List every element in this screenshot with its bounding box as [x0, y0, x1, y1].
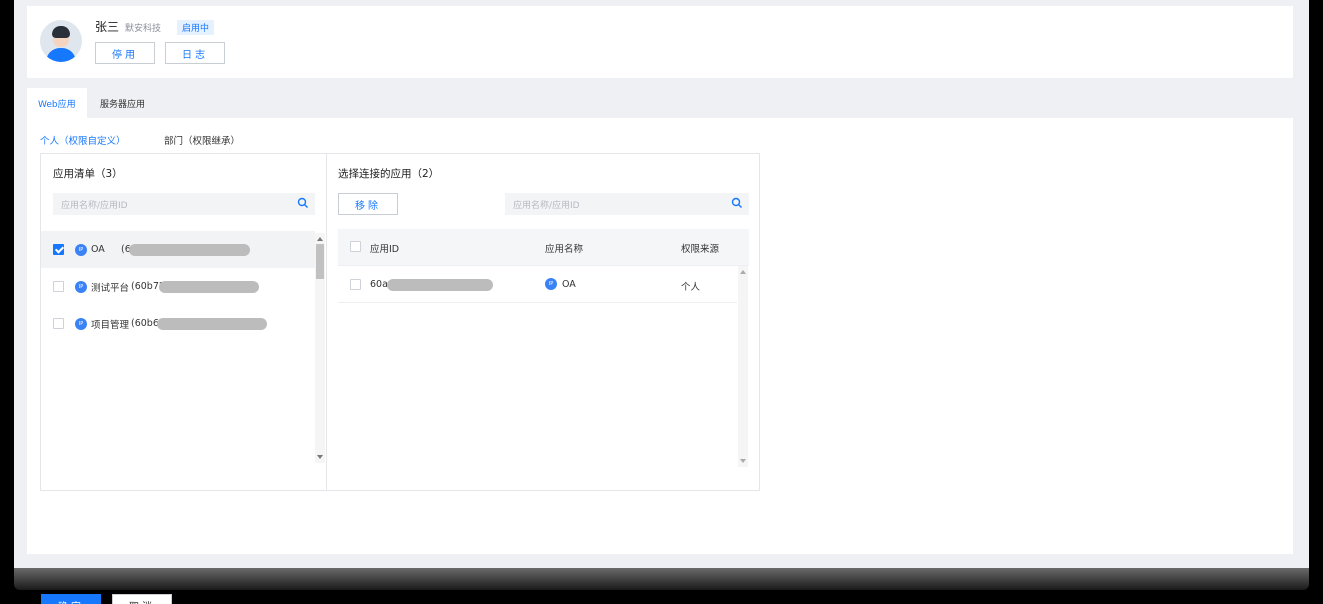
search-icon[interactable] — [297, 197, 309, 209]
checkbox[interactable] — [53, 281, 64, 292]
tab-server-app[interactable]: 服务器应用 — [89, 88, 156, 118]
list-item[interactable]: IP 测试平台 (60b72 — [41, 268, 315, 305]
checkbox[interactable] — [350, 279, 361, 290]
search-placeholder: 应用名称/应用ID — [61, 200, 128, 211]
table-header: 应用ID 应用名称 权限来源 — [338, 229, 749, 266]
select-all-checkbox[interactable] — [350, 241, 361, 252]
cancel-button[interactable]: 取消 — [112, 594, 172, 604]
divider — [301, 491, 331, 493]
remove-button[interactable]: 移除 — [338, 193, 398, 215]
subtab-personal[interactable]: 个人（权限自定义） — [40, 133, 126, 147]
search-icon[interactable] — [731, 197, 743, 209]
app-badge-icon: IP — [75, 280, 87, 293]
column-header: 应用名称 — [545, 244, 584, 255]
confirm-button[interactable]: 确定 — [41, 594, 101, 604]
app-list-panel: 应用清单（3） 应用名称/应用ID IP OA (6 IP 测试平台 (60b7 — [41, 154, 327, 491]
window-shadow — [14, 568, 1309, 590]
table-row[interactable]: 60a IP OA 个人 — [338, 266, 737, 303]
app-badge-icon: IP — [545, 278, 557, 290]
scrollbar[interactable] — [738, 266, 748, 467]
disable-button[interactable]: 停用 — [95, 42, 155, 64]
scroll-thumb[interactable] — [316, 244, 324, 279]
redacted-id — [129, 243, 250, 256]
app-list-title: 应用清单（3） — [53, 168, 123, 180]
column-header: 权限来源 — [681, 244, 720, 255]
subtab-department[interactable]: 部门（权限继承） — [164, 133, 240, 147]
tab-web-app[interactable]: Web应用 — [27, 88, 87, 118]
column-header: 应用ID — [370, 244, 400, 255]
status-badge: 启用中 — [177, 20, 215, 35]
avatar — [40, 20, 82, 62]
scroll-down-icon[interactable] — [740, 459, 746, 463]
app-badge-icon: IP — [75, 317, 87, 330]
app-name: 项目管理 — [91, 319, 130, 331]
app-name: OA — [91, 244, 105, 255]
list-item[interactable]: IP OA (6 — [41, 231, 315, 268]
main-panel: Web应用 服务器应用 个人（权限自定义） 部门（权限继承） 应用清单（3） 应… — [27, 88, 1293, 604]
app-name-cell: OA — [562, 279, 576, 290]
redacted-id — [387, 279, 493, 291]
log-button[interactable]: 日志 — [165, 42, 225, 64]
app-window: 张三 默安科技 启用中 停用 日志 Web应用 服务器应用 个人（权限自定义） … — [14, 0, 1309, 604]
app-list-search-input[interactable]: 应用名称/应用ID — [53, 193, 315, 215]
transfer-box: 应用清单（3） 应用名称/应用ID IP OA (6 IP 测试平台 (60b7 — [40, 153, 760, 493]
source-cell: 个人 — [681, 282, 701, 293]
user-company: 默安科技 — [125, 24, 162, 34]
scrollbar[interactable] — [315, 233, 325, 463]
tab-bar: Web应用 服务器应用 — [27, 88, 1293, 118]
search-placeholder: 应用名称/应用ID — [513, 200, 580, 211]
app-id-cell: 60a — [370, 279, 388, 290]
selected-apps-search-input[interactable]: 应用名称/应用ID — [505, 193, 749, 215]
app-badge-icon: IP — [75, 243, 87, 256]
redacted-id — [157, 317, 267, 330]
checkbox[interactable] — [53, 244, 64, 255]
app-name: 测试平台 — [91, 282, 130, 294]
scroll-up-icon[interactable] — [740, 270, 746, 274]
selected-apps-title: 选择连接的应用（2） — [338, 168, 440, 180]
user-card: 张三 默安科技 启用中 停用 日志 — [27, 6, 1293, 78]
list-item[interactable]: IP 项目管理 (60b6 — [41, 305, 315, 342]
redacted-id — [159, 280, 259, 293]
scroll-down-icon[interactable] — [317, 455, 323, 459]
checkbox[interactable] — [53, 318, 64, 329]
scroll-up-icon[interactable] — [317, 237, 323, 241]
app-id: (60b6 — [131, 318, 159, 329]
user-name: 张三 — [95, 20, 120, 34]
